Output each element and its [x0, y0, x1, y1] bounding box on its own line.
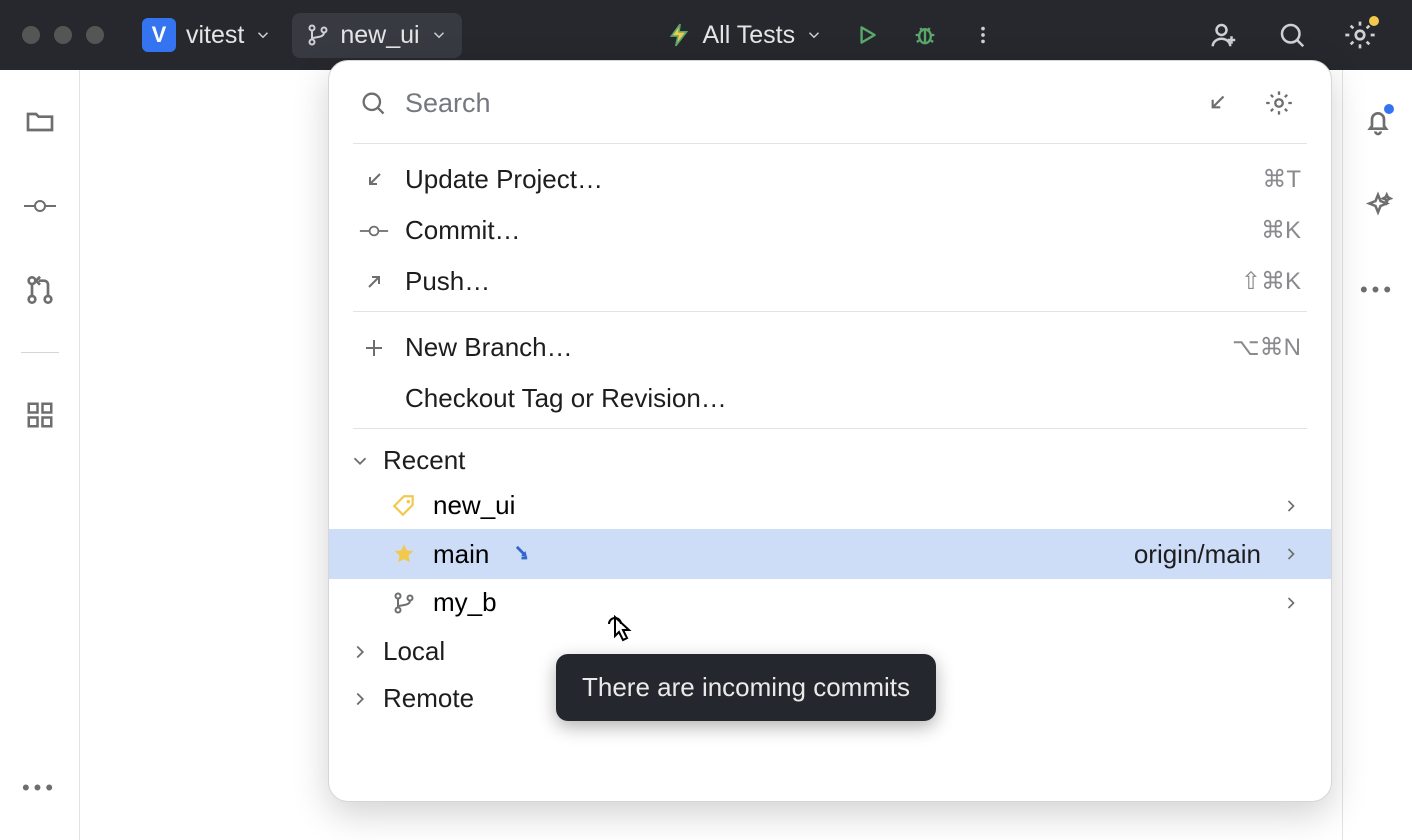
lightning-icon: [666, 22, 692, 48]
traffic-close[interactable]: [22, 26, 40, 44]
incoming-indicator-icon: ⭸: [515, 537, 527, 571]
action-commit[interactable]: Commit… ⌘K: [329, 205, 1331, 256]
group-label: Recent: [383, 445, 465, 476]
outgoing-arrow-icon: [359, 270, 389, 294]
action-shortcut: ⌘T: [1262, 165, 1301, 194]
star-icon: [389, 541, 419, 567]
chevron-right-icon: [1281, 544, 1301, 564]
structure-icon: [25, 400, 55, 430]
branch-item-new-ui[interactable]: new_ui: [329, 482, 1331, 529]
run-config-selector[interactable]: All Tests: [658, 15, 831, 56]
notification-dot: [1384, 104, 1394, 114]
pull-requests-button[interactable]: [18, 268, 62, 312]
left-gutter: •••: [0, 70, 80, 840]
settings-button[interactable]: [1338, 13, 1382, 57]
action-push[interactable]: Push… ⇧⌘K: [329, 256, 1331, 307]
gear-icon: [1265, 89, 1293, 117]
commit-dot-icon: [359, 222, 389, 240]
ai-assistant-button[interactable]: [1356, 184, 1400, 228]
branch-name-label: new_ui: [340, 21, 419, 50]
action-shortcut: ⇧⌘K: [1241, 267, 1301, 296]
group-label: Local: [383, 636, 445, 667]
ellipsis-icon: •••: [1360, 277, 1395, 303]
structure-tool-button[interactable]: [18, 393, 62, 437]
bug-icon: [911, 21, 939, 49]
commit-tool-button[interactable]: [18, 184, 62, 228]
project-selector[interactable]: V vitest: [132, 12, 282, 58]
run-button[interactable]: [845, 13, 889, 57]
search-icon: [1277, 20, 1307, 50]
action-update-project[interactable]: Update Project… ⌘T: [329, 154, 1331, 205]
project-name-label: vitest: [186, 21, 244, 50]
chevron-down-icon: [430, 26, 448, 44]
branch-search-input[interactable]: [405, 88, 1177, 119]
action-label: Update Project…: [405, 164, 1246, 195]
fetch-button[interactable]: [1195, 81, 1239, 125]
folder-icon: [24, 106, 56, 138]
action-label: New Branch…: [405, 332, 1216, 363]
debug-button[interactable]: [903, 13, 947, 57]
run-toolbar: All Tests: [658, 13, 1005, 57]
right-gutter: •••: [1342, 70, 1412, 840]
branch-tracking: origin/main: [1134, 539, 1261, 570]
branch-item-my-b[interactable]: my_b: [329, 579, 1331, 626]
traffic-max[interactable]: [86, 26, 104, 44]
run-config-label: All Tests: [702, 21, 795, 50]
popup-settings-button[interactable]: [1257, 81, 1301, 125]
branch-item-main[interactable]: main ⭸ origin/main: [329, 529, 1331, 579]
chevron-down-icon: [805, 26, 823, 44]
chevron-right-icon: [1281, 496, 1301, 516]
project-icon: V: [142, 18, 176, 52]
pull-request-icon: [24, 274, 56, 306]
kebab-icon: [972, 24, 994, 46]
action-label: Commit…: [405, 215, 1245, 246]
window-traffic-lights[interactable]: [22, 26, 104, 44]
more-tools-button[interactable]: •••: [18, 766, 62, 810]
search-icon: [359, 89, 387, 117]
branch-icon: [306, 23, 330, 47]
action-label: Push…: [405, 266, 1225, 297]
chevron-right-icon: [1281, 593, 1301, 613]
branch-name: my_b: [433, 587, 497, 618]
more-run-actions[interactable]: [961, 13, 1005, 57]
gutter-separator: [21, 352, 59, 353]
tag-icon: [389, 493, 419, 519]
group-recent[interactable]: Recent: [329, 429, 1331, 482]
code-with-me-button[interactable]: [1202, 13, 1246, 57]
plus-icon: [359, 336, 389, 360]
user-plus-icon: [1209, 20, 1239, 50]
incoming-arrow-icon: [1204, 90, 1230, 116]
branch-name: new_ui: [433, 490, 515, 521]
incoming-arrow-icon: [359, 168, 389, 192]
project-tool-button[interactable]: [18, 100, 62, 144]
action-shortcut: ⌥⌘N: [1232, 333, 1301, 362]
action-shortcut: ⌘K: [1261, 216, 1301, 245]
play-icon: [854, 22, 880, 48]
group-label: Remote: [383, 683, 474, 714]
notifications-button[interactable]: [1356, 100, 1400, 144]
branch-selector[interactable]: new_ui: [292, 13, 461, 58]
traffic-min[interactable]: [54, 26, 72, 44]
chevron-down-icon: [254, 26, 272, 44]
commit-dot-icon: [23, 196, 57, 216]
action-checkout-revision[interactable]: Checkout Tag or Revision…: [329, 373, 1331, 424]
settings-badge: [1369, 16, 1379, 26]
action-label: Checkout Tag or Revision…: [405, 383, 1285, 414]
search-everywhere-button[interactable]: [1270, 13, 1314, 57]
branch-name: main: [433, 539, 489, 570]
sparkle-icon: [1363, 191, 1393, 221]
more-right-tools-button[interactable]: •••: [1356, 268, 1400, 312]
chevron-down-icon: [349, 450, 371, 472]
tooltip-incoming-commits: There are incoming commits: [556, 654, 936, 721]
chevron-right-icon: [349, 688, 371, 710]
ellipsis-icon: •••: [22, 775, 57, 801]
action-new-branch[interactable]: New Branch… ⌥⌘N: [329, 322, 1331, 373]
chevron-right-icon: [349, 641, 371, 663]
branch-icon: [389, 591, 419, 615]
